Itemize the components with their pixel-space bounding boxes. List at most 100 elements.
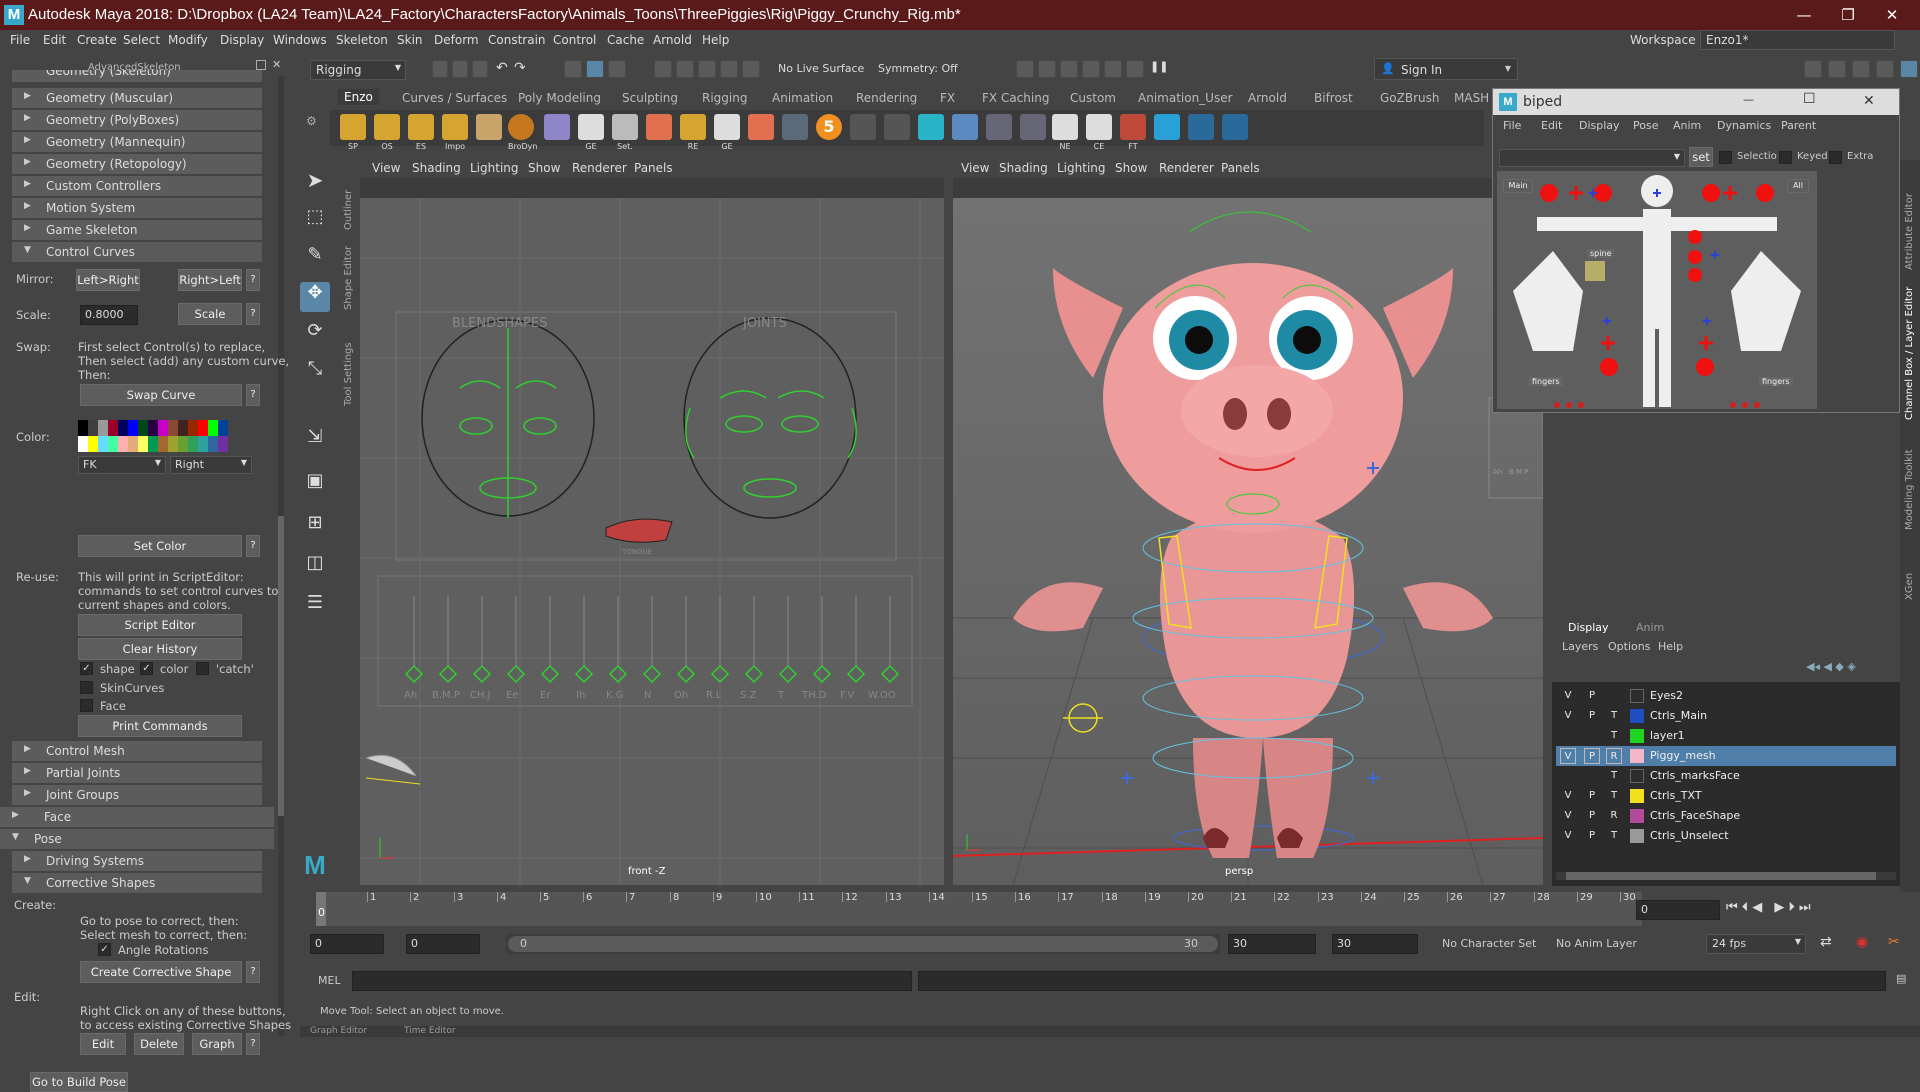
snap-surface-icon[interactable]: [742, 60, 760, 78]
shelf-tools-icon[interactable]: [986, 114, 1012, 140]
menu-create[interactable]: Create: [77, 33, 117, 47]
layer-row-ctrls-txt[interactable]: V P T Ctrls_TXT: [1556, 786, 1896, 806]
shelf-set-icon[interactable]: Set.: [612, 114, 638, 151]
anim-start-field[interactable]: 0: [406, 934, 480, 954]
paint-select-icon[interactable]: ✎: [300, 244, 330, 274]
scene-end-field[interactable]: 30: [1332, 934, 1418, 954]
shelf-cube-icon[interactable]: [544, 114, 570, 140]
mirror-help-button[interactable]: ?: [246, 269, 260, 291]
biped-menu-display[interactable]: Display: [1579, 119, 1620, 132]
menu-skin[interactable]: Skin: [397, 33, 423, 47]
shelf-cyan-figure-icon[interactable]: [918, 114, 944, 140]
menu-edit[interactable]: Edit: [43, 33, 66, 47]
shelf-five-icon[interactable]: 5: [816, 114, 842, 140]
lasso-tool-icon[interactable]: ⬚: [300, 206, 330, 236]
open-scene-icon[interactable]: [452, 60, 468, 78]
persp-menu-panels[interactable]: Panels: [1221, 161, 1260, 175]
front-menu-renderer[interactable]: Renderer: [572, 161, 627, 175]
layer-row-ctrls-unselect[interactable]: V P T Ctrls_Unselect: [1556, 826, 1896, 846]
frame-pose[interactable]: ▼ Pose: [0, 829, 274, 849]
graph-corrective-button[interactable]: Graph: [192, 1033, 242, 1055]
four-view-icon[interactable]: ⊞: [300, 512, 330, 542]
anim-end-field[interactable]: 30: [1228, 934, 1316, 954]
arnold-render-icon[interactable]: [1126, 60, 1144, 78]
close-panel-icon[interactable]: ✕: [272, 58, 281, 71]
shelf-ge2-icon[interactable]: GE: [714, 114, 740, 151]
frame-corrective-shapes[interactable]: ▼ Corrective Shapes: [12, 873, 262, 893]
shelf-settings-icon[interactable]: ⚙: [306, 114, 320, 144]
set-color-help-button[interactable]: ?: [246, 535, 260, 557]
scene-start-field[interactable]: 0: [310, 934, 384, 954]
frame-game-skeleton[interactable]: ▶ Game Skeleton: [12, 220, 262, 240]
shelf-tab-fx-caching[interactable]: FX Caching: [982, 91, 1049, 105]
new-scene-icon[interactable]: [432, 60, 448, 78]
shelf-tab-arnold[interactable]: Arnold: [1248, 91, 1287, 105]
create-corrective-help-button[interactable]: ?: [246, 961, 260, 983]
modeling-toolkit-icon[interactable]: [1804, 60, 1822, 78]
minimize-button[interactable]: —: [1784, 4, 1824, 26]
time-slider-track[interactable]: 1 2 3 4 5 6 7 8 9 10 11 12 13 14 15 16 17 18 19 20 21 22 23 24 2…: [316, 892, 1642, 926]
redo-icon[interactable]: ↷: [514, 60, 526, 76]
layer-menu-options[interactable]: Options: [1608, 640, 1650, 653]
layer-tab-display[interactable]: Display: [1568, 621, 1609, 634]
rotate-tool-icon[interactable]: ⟳: [300, 320, 330, 350]
mirror-left-right-button[interactable]: Left>Right: [76, 269, 140, 291]
frame-motion-system[interactable]: ▶ Motion System: [12, 198, 262, 218]
swap-help-button[interactable]: ?: [246, 384, 260, 406]
select-object-icon[interactable]: [586, 60, 604, 78]
persp-menu-lighting[interactable]: Lighting: [1057, 161, 1106, 175]
shelf-tab-mash[interactable]: MASH: [1454, 91, 1489, 105]
biped-set-button[interactable]: set: [1689, 147, 1713, 167]
biped-keyed-checkbox[interactable]: [1779, 151, 1792, 164]
catch-checkbox[interactable]: [196, 662, 209, 675]
tool-settings-tab[interactable]: Tool Settings: [343, 336, 354, 406]
anim-prefs-icon[interactable]: ✂: [1888, 934, 1900, 950]
layer-row-layer1[interactable]: Tlayer1: [1556, 726, 1896, 746]
menu-select[interactable]: Select: [123, 33, 160, 47]
biped-menu-file[interactable]: File: [1503, 119, 1521, 132]
script-editor-icon[interactable]: ▤: [1896, 972, 1906, 985]
frame-geometry-retopology[interactable]: ▶ Geometry (Retopology): [12, 154, 262, 174]
last-tool-icon[interactable]: ⇲: [300, 426, 330, 456]
xgen-tab[interactable]: XGen: [1904, 560, 1915, 600]
color-checkbox[interactable]: ✓: [140, 662, 153, 675]
render-settings-icon[interactable]: [1060, 60, 1078, 78]
modeling-toolkit-tab[interactable]: Modeling Toolkit: [1904, 440, 1915, 530]
select-hierarchy-icon[interactable]: [564, 60, 582, 78]
auto-key-icon[interactable]: ◉: [1856, 934, 1868, 950]
biped-close-button[interactable]: ✕: [1863, 93, 1875, 109]
front-menu-show[interactable]: Show: [528, 161, 560, 175]
layer-tab-anim[interactable]: Anim: [1636, 621, 1664, 634]
frame-geometry-polyboxes[interactable]: ▶ Geometry (PolyBoxes): [12, 110, 262, 130]
shelf-ge-icon[interactable]: GE: [578, 114, 604, 151]
character-set-dropdown[interactable]: No Character Set: [1442, 937, 1536, 950]
panel-scrollbar[interactable]: [278, 76, 284, 1036]
graph-editor-tab[interactable]: Graph Editor: [310, 1026, 367, 1037]
menu-display[interactable]: Display: [220, 33, 264, 47]
shelf-ne-icon[interactable]: NE: [1052, 114, 1078, 151]
shelf-biped-icon[interactable]: [850, 114, 876, 140]
shelf-es-icon[interactable]: ES: [408, 114, 434, 151]
menu-skeleton[interactable]: Skeleton: [336, 33, 388, 47]
snap-view-icon[interactable]: [720, 60, 738, 78]
outliner-view-icon[interactable]: ☰: [300, 592, 330, 622]
channel-box-icon[interactable]: [1876, 60, 1894, 78]
edit-corrective-help-button[interactable]: ?: [246, 1033, 260, 1055]
single-view-icon[interactable]: ▣: [300, 470, 330, 500]
front-viewport-toolbar[interactable]: [360, 178, 944, 198]
menu-modify[interactable]: Modify: [168, 33, 208, 47]
shape-editor-tab[interactable]: Shape Editor: [343, 240, 354, 310]
menu-windows[interactable]: Windows: [273, 33, 327, 47]
shelf-tools2-icon[interactable]: [1020, 114, 1046, 140]
biped-menu-dynamics[interactable]: Dynamics: [1717, 119, 1771, 132]
shelf-graph2-icon[interactable]: [1222, 114, 1248, 140]
mel-input[interactable]: [352, 971, 912, 991]
fps-dropdown[interactable]: 24 fps ▼: [1706, 934, 1806, 954]
hypershade-icon[interactable]: [1082, 60, 1100, 78]
shelf-tab-animation-user[interactable]: Animation_User: [1138, 91, 1233, 105]
shelf-measure-icon[interactable]: [782, 114, 808, 140]
menu-file[interactable]: File: [10, 33, 30, 47]
set-color-button[interactable]: Set Color: [78, 535, 242, 557]
color-palette[interactable]: [78, 420, 238, 452]
ipr-render-icon[interactable]: [1038, 60, 1056, 78]
